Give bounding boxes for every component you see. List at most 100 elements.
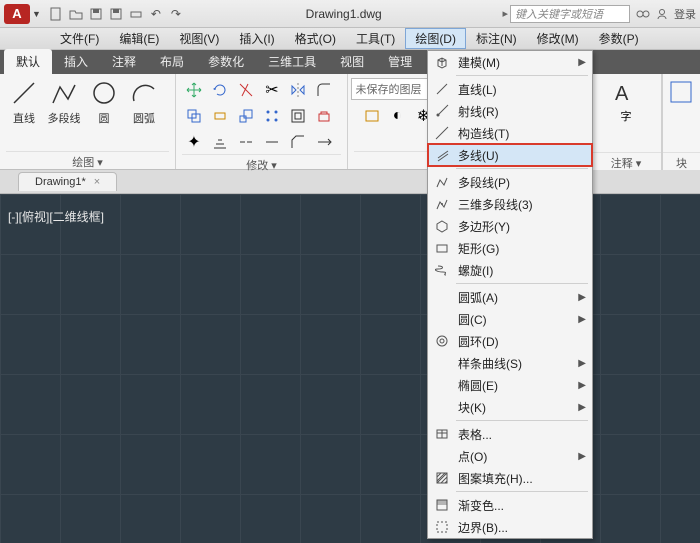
app-menu-arrow[interactable]: ▼ [32,9,41,19]
stretch-icon[interactable] [208,104,232,128]
menu-6[interactable]: 绘图(D) [405,28,466,49]
layer-off-icon[interactable]: ◐ [386,104,410,128]
drawing-tab[interactable]: Drawing1* × [18,172,117,191]
arc-icon [129,78,159,108]
app-icon[interactable]: A [4,4,30,24]
menu-item-13[interactable]: 圆弧(A)▶ [428,286,592,308]
menu-item-4[interactable]: 构造线(T) [428,122,592,144]
array-icon[interactable] [260,104,284,128]
helix-icon [434,262,450,278]
menu-item-label: 块(K) [458,399,486,416]
menu-item-25[interactable]: 边界(B)... [428,516,592,538]
text-icon[interactable]: A [611,78,641,108]
xline-icon [434,125,450,141]
new-icon[interactable] [47,5,65,23]
panel-block: 块 [662,74,700,170]
rotate-icon[interactable] [208,78,232,102]
block-icon[interactable] [667,78,697,108]
menu-item-8[interactable]: 三维多段线(3) [428,193,592,215]
move-icon[interactable] [182,78,206,102]
lengthen-icon[interactable] [312,130,336,154]
ribbon-tab-4[interactable]: 参数化 [196,49,256,74]
menu-item-18[interactable]: 块(K)▶ [428,396,592,418]
copy-icon[interactable] [182,104,206,128]
drawing-canvas[interactable]: [-][俯视][二维线框] [0,194,700,543]
extend-icon[interactable]: ✂ [260,78,284,102]
mirror-icon[interactable] [286,78,310,102]
undo-icon[interactable]: ↶ [147,5,165,23]
close-tab-icon[interactable]: × [94,176,100,188]
signin-label[interactable]: 登录 [674,6,696,22]
menu-4[interactable]: 格式(O) [285,28,346,49]
menu-7[interactable]: 标注(N) [466,28,527,49]
menu-item-label: 多线(U) [458,147,499,164]
circle-button[interactable]: 圆 [86,78,122,151]
ribbon-tab-1[interactable]: 插入 [52,49,100,74]
arc-button[interactable]: 圆弧 [126,78,162,151]
line-button[interactable]: 直线 [6,78,42,151]
menu-item-15[interactable]: 圆环(D) [428,330,592,352]
menu-9[interactable]: 参数(P) [589,28,649,49]
menu-item-20[interactable]: 表格... [428,423,592,445]
menu-item-2[interactable]: 直线(L) [428,78,592,100]
menu-2[interactable]: 视图(V) [169,28,229,49]
menu-5[interactable]: 工具(T) [346,28,405,49]
ribbon-tab-5[interactable]: 三维工具 [256,49,328,74]
menu-item-3[interactable]: 射线(R) [428,100,592,122]
explode-icon[interactable]: ✦ [182,130,206,154]
menu-item-14[interactable]: 圆(C)▶ [428,308,592,330]
infocenter-icon[interactable] [636,7,650,21]
search-input[interactable]: 键入关键字或短语 [510,5,630,23]
title-bar: A ▼ ↶ ↷ Drawing1.dwg ▸ 键入关键字或短语 登录 [0,0,700,28]
menu-item-16[interactable]: 样条曲线(S)▶ [428,352,592,374]
menu-item-22[interactable]: 图案填充(H)... [428,467,592,489]
chamfer-icon[interactable] [286,130,310,154]
blank-icon [434,448,450,464]
menu-0[interactable]: 文件(F) [50,28,109,49]
ribbon-tab-7[interactable]: 管理 [376,49,424,74]
save-icon[interactable] [87,5,105,23]
fillet-icon[interactable] [312,78,336,102]
menu-3[interactable]: 插入(I) [229,28,284,49]
viewport-label[interactable]: [-][俯视][二维线框] [8,208,104,225]
panel-draw-title[interactable]: 绘图 ▾ [6,151,169,169]
menu-item-7[interactable]: 多段线(P) [428,171,592,193]
ribbon-tab-2[interactable]: 注释 [100,49,148,74]
ribbon-tab-0[interactable]: 默认 [4,49,52,74]
polyline-button[interactable]: 多段线 [46,78,82,151]
ribbon-tab-6[interactable]: 视图 [328,49,376,74]
layer-props-icon[interactable] [360,104,384,128]
menu-item-label: 建模(M) [458,54,500,71]
menu-item-5[interactable]: 多线(U) [428,144,592,166]
panel-modify-title[interactable]: 修改 ▾ [182,154,341,172]
rect-icon [434,240,450,256]
erase-icon[interactable] [312,104,336,128]
scale-icon[interactable] [234,104,258,128]
plot-icon[interactable] [127,5,145,23]
offset-icon[interactable] [286,104,310,128]
menu-item-0[interactable]: 建模(M)▶ [428,51,592,73]
menu-8[interactable]: 修改(M) [527,28,589,49]
menu-item-label: 边界(B)... [458,519,508,536]
menu-item-17[interactable]: 椭圆(E)▶ [428,374,592,396]
align-icon[interactable] [208,130,232,154]
menu-item-9[interactable]: 多边形(Y) [428,215,592,237]
menu-item-11[interactable]: 螺旋(I) [428,259,592,281]
ribbon-tab-3[interactable]: 布局 [148,49,196,74]
saveas-icon[interactable] [107,5,125,23]
blank-icon [434,355,450,371]
menu-item-21[interactable]: 点(O)▶ [428,445,592,467]
join-icon[interactable] [260,130,284,154]
open-icon[interactable] [67,5,85,23]
trim-icon[interactable] [234,78,258,102]
signin-icon[interactable] [656,8,668,20]
menu-item-24[interactable]: 渐变色... [428,494,592,516]
ray-icon [434,103,450,119]
panel-block-title[interactable]: 块 [663,152,700,170]
redo-icon[interactable]: ↷ [167,5,185,23]
menu-item-label: 图案填充(H)... [458,470,533,487]
break-icon[interactable] [234,130,258,154]
panel-annot-title[interactable]: 注释 ▾ [591,152,661,170]
menu-item-10[interactable]: 矩形(G) [428,237,592,259]
menu-1[interactable]: 编辑(E) [109,28,169,49]
